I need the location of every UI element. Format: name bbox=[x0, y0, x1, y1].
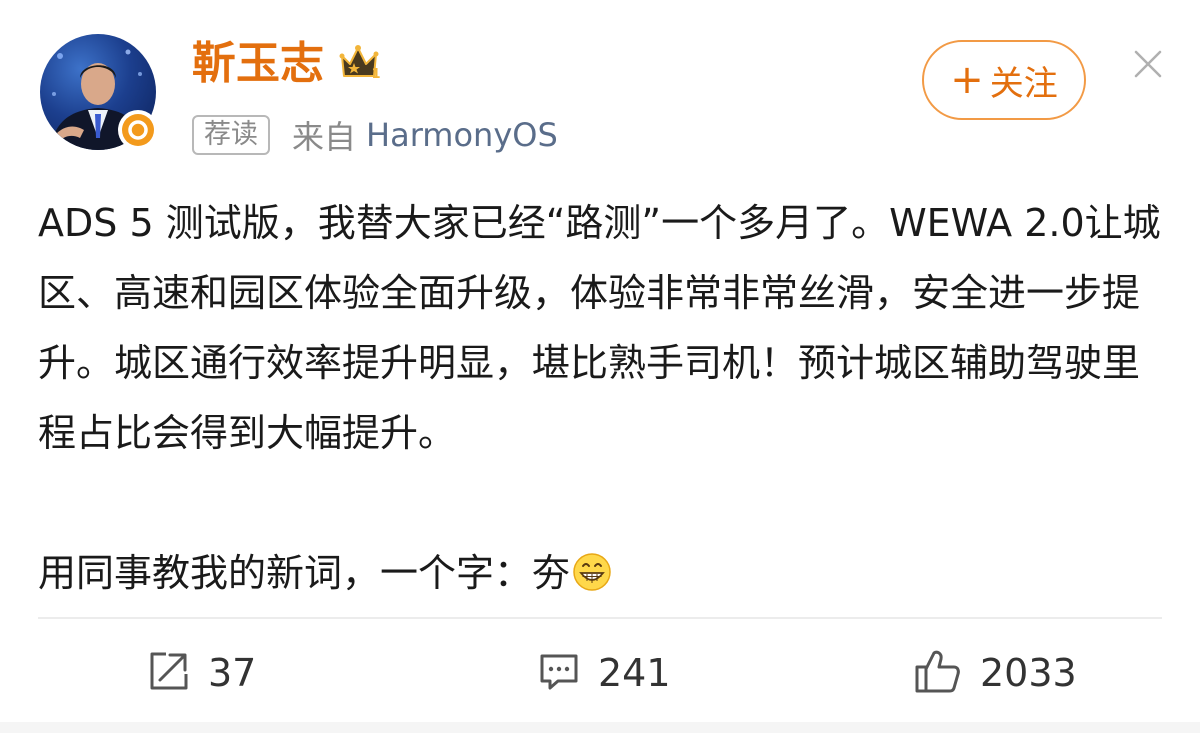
action-bar: 37 241 2033 bbox=[0, 638, 1200, 708]
comment-button[interactable]: 241 bbox=[536, 638, 671, 708]
grin-emoji-icon bbox=[572, 544, 612, 591]
follow-label: 关注 bbox=[989, 63, 1058, 104]
repost-button[interactable]: 37 bbox=[146, 638, 256, 708]
post-text: ADS 5 测试版，我替大家已经“路测”一个多月了。WEWA 2.0让城区、高速… bbox=[38, 188, 1168, 608]
repost-count: 37 bbox=[208, 651, 257, 695]
crown-level-1-icon[interactable]: 1 bbox=[338, 44, 384, 84]
divider bbox=[38, 617, 1162, 619]
post-meta: 荐读 来自 HarmonyOS bbox=[192, 112, 558, 158]
close-icon[interactable] bbox=[1128, 44, 1168, 84]
svg-text:1: 1 bbox=[371, 67, 380, 82]
source-prefix: 来自 bbox=[292, 118, 357, 156]
post-paragraph-2: 用同事教我的新词，一个字：夯 bbox=[38, 538, 1168, 608]
share-icon bbox=[146, 648, 192, 698]
author-name[interactable]: 靳玉志 bbox=[192, 34, 324, 94]
source-name[interactable]: HarmonyOS bbox=[366, 116, 558, 154]
thumbs-up-icon bbox=[912, 645, 964, 701]
post-paragraph-2-text: 用同事教我的新词，一个字：夯 bbox=[38, 551, 571, 595]
comment-count: 241 bbox=[598, 651, 671, 695]
verified-badge-icon bbox=[118, 110, 158, 150]
post-paragraph-1: ADS 5 测试版，我替大家已经“路测”一个多月了。WEWA 2.0让城区、高速… bbox=[38, 201, 1161, 455]
plus-icon: + bbox=[950, 57, 984, 103]
recommended-tag: 荐读 bbox=[192, 115, 270, 155]
like-button[interactable]: 2033 bbox=[912, 638, 1077, 708]
follow-button[interactable]: + 关注 bbox=[922, 40, 1086, 120]
comment-icon bbox=[536, 648, 582, 698]
footer-strip bbox=[0, 722, 1200, 733]
like-count: 2033 bbox=[980, 651, 1077, 695]
